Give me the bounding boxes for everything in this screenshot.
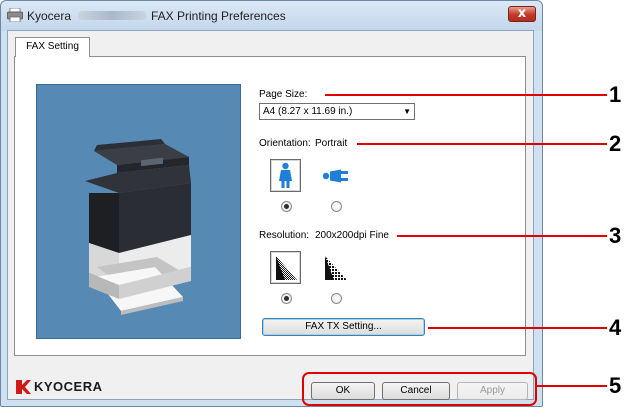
callout-number-3: 3 bbox=[609, 223, 622, 248]
callout-line-1 bbox=[325, 94, 607, 96]
callout-line-5 bbox=[537, 385, 607, 387]
printer-illustration bbox=[85, 139, 191, 315]
window-title: FAX Printing Preferences bbox=[151, 9, 286, 23]
landscape-person-icon bbox=[322, 169, 348, 183]
callout-line-4 bbox=[428, 327, 607, 329]
portrait-person-icon bbox=[279, 162, 292, 188]
callout-number-1: 1 bbox=[609, 82, 622, 107]
resolution-value: 200x200dpi Fine bbox=[315, 230, 389, 241]
chevron-down-icon: ▼ bbox=[403, 107, 411, 116]
title-bar[interactable]: Kyocera FAX Printing Preferences x bbox=[1, 1, 542, 31]
resolution-normal-radio[interactable] bbox=[331, 293, 342, 304]
printer-preview bbox=[36, 84, 241, 339]
page-size-value: A4 (8.27 x 11.69 in.) bbox=[263, 106, 353, 117]
callout-number-4: 4 bbox=[609, 315, 622, 340]
callout-box-5 bbox=[302, 372, 537, 406]
orientation-value: Portrait bbox=[315, 138, 348, 149]
kyocera-logo-icon bbox=[16, 379, 31, 394]
tab-fax-setting-label: FAX Setting bbox=[26, 41, 79, 52]
close-button[interactable]: x bbox=[508, 6, 536, 22]
orientation-portrait-radio[interactable] bbox=[281, 201, 292, 212]
tab-fax-setting[interactable]: FAX Setting bbox=[15, 37, 90, 57]
fax-tx-setting-button[interactable]: FAX TX Setting... bbox=[262, 318, 425, 336]
orientation-label: Orientation: bbox=[259, 138, 311, 149]
fine-resolution-icon bbox=[276, 256, 297, 280]
close-icon: x bbox=[517, 6, 527, 21]
resolution-fine-radio[interactable] bbox=[281, 293, 292, 304]
normal-resolution-icon bbox=[325, 256, 347, 280]
orientation-portrait-option[interactable] bbox=[270, 159, 301, 192]
callout-line-2 bbox=[357, 143, 607, 145]
printer-app-icon bbox=[7, 8, 23, 22]
orientation-landscape-option[interactable] bbox=[320, 159, 351, 192]
callout-line-3 bbox=[397, 235, 607, 237]
resolution-normal-option[interactable] bbox=[320, 251, 351, 284]
callout-number-5: 5 bbox=[609, 373, 622, 398]
orientation-landscape-radio[interactable] bbox=[331, 201, 342, 212]
page-size-label: Page Size: bbox=[259, 89, 308, 100]
page-size-select[interactable]: A4 (8.27 x 11.69 in.) ▼ bbox=[259, 103, 415, 120]
resolution-fine-option[interactable] bbox=[270, 251, 301, 284]
callout-number-2: 2 bbox=[609, 131, 622, 156]
redacted-model-name bbox=[78, 11, 146, 20]
kyocera-logo: KYOCERA bbox=[16, 379, 103, 394]
kyocera-logo-text: KYOCERA bbox=[34, 379, 103, 395]
resolution-label: Resolution: bbox=[259, 230, 310, 241]
window-title-prefix: Kyocera bbox=[27, 9, 72, 23]
